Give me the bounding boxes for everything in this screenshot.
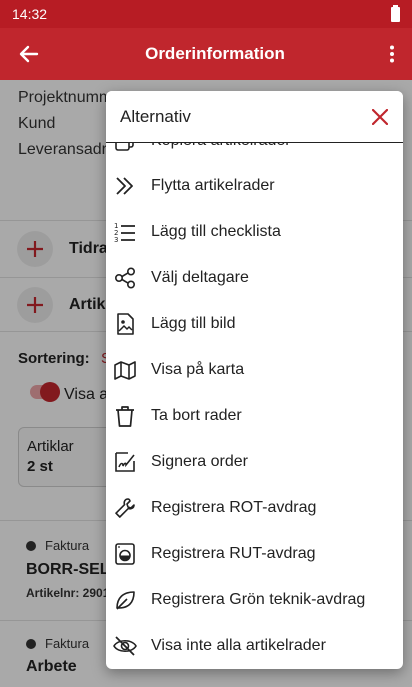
close-button[interactable] bbox=[357, 91, 403, 143]
image-file-icon bbox=[113, 312, 137, 336]
checklist-icon: 123 bbox=[113, 220, 137, 244]
more-options-button[interactable] bbox=[372, 28, 412, 80]
signature-icon bbox=[113, 450, 137, 474]
menu-item-label: Registrera ROT-avdrag bbox=[151, 499, 317, 516]
status-time: 14:32 bbox=[12, 6, 48, 22]
menu-item-label: Välj deltagare bbox=[151, 269, 249, 286]
menu-item-label: Visa på karta bbox=[151, 361, 245, 378]
menu-item-label: Registrera Grön teknik-avdrag bbox=[151, 591, 366, 608]
app-bar: Orderinformation bbox=[0, 28, 412, 80]
dialog-header: Alternativ bbox=[106, 91, 403, 143]
page-title: Orderinformation bbox=[145, 44, 285, 63]
double-chevron-icon bbox=[113, 174, 137, 198]
menu-item-show-on-map[interactable]: Visa på karta bbox=[106, 347, 403, 393]
share-icon bbox=[113, 266, 137, 290]
menu-item-register-rut[interactable]: Registrera RUT-avdrag bbox=[106, 531, 403, 577]
menu-item-label: Registrera RUT-avdrag bbox=[151, 545, 316, 562]
menu-item-select-participants[interactable]: Välj deltagare bbox=[106, 255, 403, 301]
battery-icon bbox=[391, 4, 400, 22]
washing-machine-icon bbox=[113, 542, 137, 566]
menu-item-hide-rows[interactable]: Visa inte alla artikelrader bbox=[106, 623, 403, 669]
close-icon bbox=[372, 108, 388, 125]
menu-item-move-rows[interactable]: Flytta artikelrader bbox=[106, 163, 403, 209]
menu-item-label: Visa inte alla artikelrader bbox=[151, 637, 326, 654]
menu-item-sign-order[interactable]: Signera order bbox=[106, 439, 403, 485]
more-vertical-icon bbox=[390, 45, 394, 63]
back-button[interactable] bbox=[0, 28, 58, 80]
status-bar: 14:32 bbox=[0, 0, 412, 28]
leaf-icon bbox=[113, 588, 137, 612]
dialog-title: Alternativ bbox=[120, 106, 191, 126]
arrow-left-icon bbox=[19, 45, 39, 63]
trash-icon bbox=[113, 404, 137, 428]
menu-item-label: Lägg till checklista bbox=[151, 223, 281, 240]
menu-item-label: Lägg till bild bbox=[151, 315, 236, 332]
menu-item-register-rot[interactable]: Registrera ROT-avdrag bbox=[106, 485, 403, 531]
menu-item-add-checklist[interactable]: 123 Lägg till checklista bbox=[106, 209, 403, 255]
options-dialog: Alternativ Kopiera artikelrader Flytta a… bbox=[106, 91, 403, 669]
menu-item-register-green-tech[interactable]: Registrera Grön teknik-avdrag bbox=[106, 577, 403, 623]
map-icon bbox=[113, 358, 137, 382]
wrench-icon bbox=[113, 496, 137, 520]
menu-item-delete-rows[interactable]: Ta bort rader bbox=[106, 393, 403, 439]
eye-off-icon bbox=[113, 634, 137, 658]
menu-item-add-image[interactable]: Lägg till bild bbox=[106, 301, 403, 347]
svg-text:3: 3 bbox=[114, 236, 118, 243]
menu-item-label: Signera order bbox=[151, 453, 248, 470]
menu-item-label: Flytta artikelrader bbox=[151, 177, 275, 194]
menu-item-label: Ta bort rader bbox=[151, 407, 242, 424]
